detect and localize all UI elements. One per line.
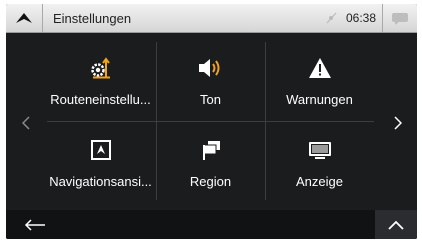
back-button[interactable]: [14, 214, 56, 236]
previous-page-button[interactable]: [16, 108, 36, 138]
next-page-button[interactable]: [388, 108, 408, 138]
status-area: 06:38: [324, 4, 417, 32]
messages-button[interactable]: [382, 4, 417, 32]
tile-label: Routeneinstellu...: [50, 92, 151, 107]
settings-grid: Routeneinstellu... Ton Warnungen Navigat…: [47, 40, 374, 202]
more-button[interactable]: [375, 210, 417, 239]
chevron-up-icon: [388, 220, 404, 230]
arrow-left-icon: [24, 219, 45, 231]
monitor-icon: [308, 142, 331, 159]
chevron-right-icon: [394, 116, 402, 130]
tile-label: Anzeige: [296, 174, 343, 189]
up-triangle-icon: [16, 13, 32, 23]
region-icon: [202, 141, 220, 160]
tile-label: Region: [189, 174, 232, 189]
menu-up-button[interactable]: [6, 4, 43, 32]
tile-warnings[interactable]: Warnungen: [266, 40, 373, 116]
bottom-bar: [6, 210, 417, 239]
tile-display[interactable]: Anzeige: [266, 122, 373, 198]
title-bar: Einstellungen 06:38: [6, 4, 417, 33]
page-title: Einstellungen: [53, 10, 132, 26]
speaker-icon: [198, 59, 219, 77]
route-settings-icon: [90, 57, 110, 79]
tile-sound[interactable]: Ton: [157, 40, 264, 116]
tile-label: Navigationsansi...: [49, 174, 152, 189]
device-screen: Einstellungen 06:38 Routeneinstellu... T…: [6, 4, 417, 239]
navigation-view-icon: [90, 140, 111, 160]
clock: 06:38: [345, 11, 376, 25]
warning-icon: [308, 58, 331, 78]
tile-label: Warnungen: [286, 92, 353, 107]
no-gps-icon: [326, 12, 337, 24]
tile-label: Ton: [200, 92, 221, 107]
tile-route-settings[interactable]: Routeneinstellu...: [47, 40, 154, 116]
tile-region[interactable]: Region: [157, 122, 264, 198]
chevron-left-icon: [22, 116, 30, 130]
tile-navigation-view[interactable]: Navigationsansi...: [47, 122, 154, 198]
speech-bubble-icon: [392, 12, 408, 25]
